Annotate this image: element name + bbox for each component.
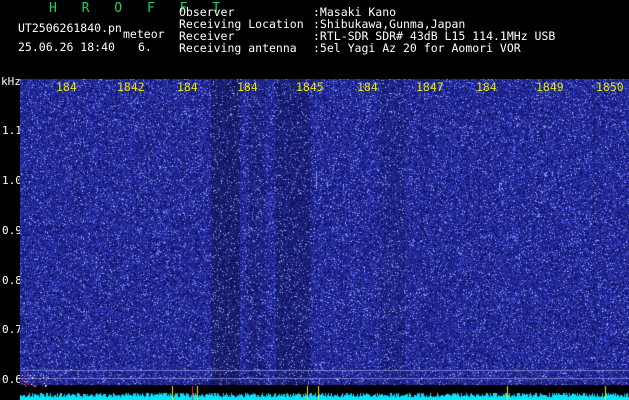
- x-tick-label: 184: [476, 80, 497, 94]
- y-tick-label: 1.0: [2, 174, 22, 187]
- x-tick-label: 184: [357, 80, 378, 94]
- y-tick-label: 0.6: [2, 373, 22, 386]
- x-tick-label: 1849: [536, 80, 564, 94]
- header-panel: H R O F F T UT2506261840.pn meteor 25.06…: [0, 0, 629, 78]
- y-tick-label: 1.1: [2, 124, 22, 137]
- file-name: UT2506261840.pn: [18, 21, 122, 35]
- y-tick-label: 0.7: [2, 323, 22, 336]
- x-tick-label: 184: [56, 80, 77, 94]
- x-tick-label: 1842: [117, 80, 145, 94]
- x-tick-label: 1850: [596, 80, 624, 94]
- info-values: :Masaki Kano :Shibukawa,Gunma,Japan :RTL…: [313, 6, 555, 54]
- info-keys: Observer Receiving Location Receiver Rec…: [179, 6, 304, 54]
- y-unit-label: kHz: [1, 75, 21, 88]
- x-tick-label: 184: [237, 80, 258, 94]
- x-tick-label: 1845: [296, 80, 324, 94]
- date-time: 25.06.26 18:40: [18, 40, 115, 54]
- event-count: 6.: [138, 40, 152, 54]
- y-tick-label: 0.8: [2, 274, 22, 287]
- x-tick-label: 1847: [416, 80, 444, 94]
- x-tick-label: 184: [177, 80, 198, 94]
- spectrogram-canvas: [20, 79, 629, 400]
- event-tag: meteor: [123, 27, 165, 41]
- antenna-key: Receiving antenna: [179, 41, 297, 55]
- antenna-value: :5el Yagi Az 20 for Aomori VOR: [313, 41, 521, 55]
- y-tick-label: 0.9: [2, 224, 22, 237]
